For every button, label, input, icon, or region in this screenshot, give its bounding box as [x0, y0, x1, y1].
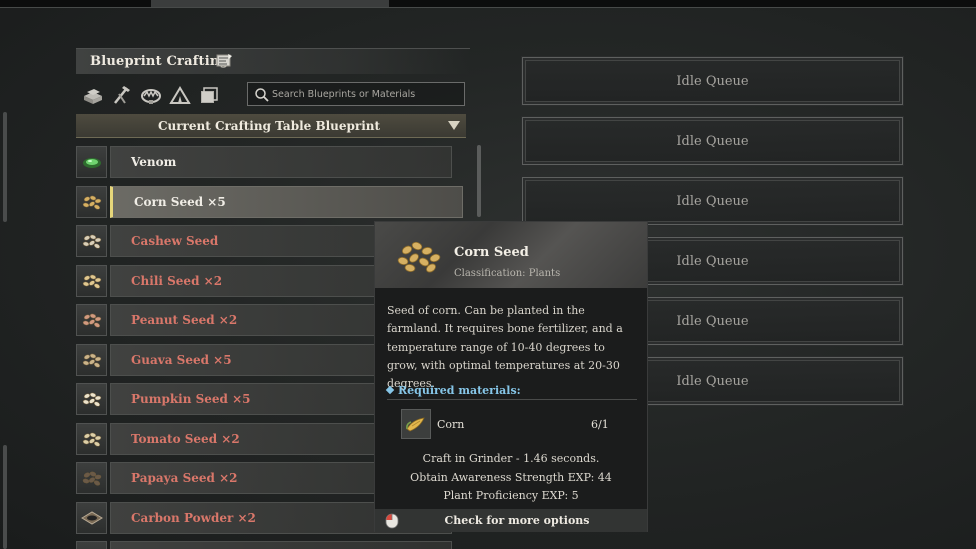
carbon-powder-icon [80, 510, 103, 525]
venom-icon [82, 158, 101, 168]
blueprint-name: Tomato Seed ×2 [131, 431, 240, 446]
awareness-exp-text: Obtain Awareness Strength EXP: 44 [410, 470, 612, 484]
blueprint-crafting-header: Blueprint Crafting [76, 48, 470, 74]
dropdown-label: Current Crafting Table Blueprint [157, 119, 381, 133]
blueprint-name-box[interactable]: Corn Seed ×5 [110, 185, 463, 218]
material-name: Corn [437, 418, 465, 431]
pumpkin-seed-icon [82, 392, 101, 407]
tooltip-classification: Classification: Plants [454, 268, 561, 279]
more-options-bar[interactable]: Check for more options [375, 509, 647, 532]
tooltip-item-name: Corn Seed [454, 245, 529, 260]
tooltip-description: Seed of corn. Can be planted in the farm… [387, 304, 623, 391]
divider [387, 399, 637, 400]
blueprint-source-dropdown[interactable]: Current Crafting Table Blueprint [76, 114, 466, 138]
peanut-seed-icon [82, 313, 101, 328]
blueprint-thumb [76, 383, 107, 415]
tools-icon[interactable] [111, 84, 133, 106]
craft-time-text: Craft in Grinder - 1.46 seconds. [422, 452, 600, 465]
corn-seed-icon [82, 195, 101, 210]
blueprint-thumb [76, 264, 107, 297]
tooltip-header: Corn Seed Classification: Plants [375, 222, 647, 288]
blueprint-row[interactable]: Corn Seed ×5 [76, 185, 466, 218]
blueprint-name: Guava Seed ×5 [131, 352, 232, 367]
category-filter-bar [82, 84, 220, 106]
blueprint-thumb [76, 146, 107, 178]
blueprint-name-box[interactable]: Venom [110, 146, 452, 178]
required-materials-label: Required materials: [398, 384, 521, 397]
left-scrollbar-bottom[interactable] [3, 445, 7, 549]
queue-status-label: Idle Queue [676, 74, 749, 89]
animal-trap-icon[interactable] [140, 84, 162, 106]
corn-seed-icon [397, 241, 441, 273]
more-options-label: Check for more options [444, 514, 590, 527]
chevron-down-icon [448, 121, 460, 130]
tent-icon[interactable] [169, 84, 191, 106]
queue-slot[interactable]: Idle Queue [521, 176, 904, 226]
top-divider [0, 7, 976, 8]
blueprint-scroll-icon [216, 54, 232, 67]
diamond-icon [385, 385, 395, 395]
blueprint-name-box[interactable] [110, 541, 452, 549]
blueprint-name: Venom [131, 155, 177, 169]
item-tooltip: Corn Seed Classification: Plants Seed of… [374, 221, 648, 532]
material-count: 6/1 [591, 418, 609, 431]
blueprint-name: Papaya Seed ×2 [131, 471, 238, 485]
search-bar [247, 82, 465, 106]
blueprint-thumb [76, 462, 107, 494]
blueprint-thumb [76, 225, 107, 257]
chili-seed-icon [82, 274, 101, 289]
tomato-seed-icon [82, 432, 101, 447]
crafting-stats: Craft in Grinder - 1.46 seconds. Obtain … [375, 450, 647, 506]
queue-slot[interactable]: Idle Queue [521, 116, 904, 166]
top-bar [0, 0, 976, 8]
list-scrollbar[interactable] [477, 145, 481, 217]
corn-icon [406, 417, 425, 432]
required-materials-heading: Required materials: [385, 384, 521, 397]
search-icon [255, 88, 269, 102]
cashew-seed-icon [82, 234, 101, 249]
material-thumb [401, 409, 431, 439]
blueprint-name: Corn Seed ×5 [134, 194, 226, 209]
panel-title: Blueprint Crafting [90, 54, 229, 69]
queue-slot[interactable]: Idle Queue [521, 56, 904, 106]
materials-icon[interactable] [82, 84, 104, 106]
blueprint-name: Carbon Powder ×2 [131, 510, 256, 525]
blueprint-thumb [76, 541, 107, 549]
blueprint-row[interactable] [76, 541, 466, 549]
papaya-seed-icon [82, 471, 101, 486]
search-input[interactable] [272, 85, 460, 103]
blueprint-name: Chili Seed ×2 [131, 273, 223, 288]
blueprint-name: Cashew Seed [131, 234, 219, 248]
blueprint-thumb [76, 343, 107, 376]
blueprint-thumb [76, 185, 107, 218]
top-tab-indicator [151, 0, 389, 7]
blueprint-thumb [76, 422, 107, 455]
blueprint-thumb [76, 304, 107, 336]
blueprint-thumb [76, 501, 107, 534]
blueprint-name: Peanut Seed ×2 [131, 313, 238, 327]
blueprint-row[interactable]: Venom [76, 146, 466, 178]
queue-status-label: Idle Queue [676, 134, 749, 149]
queue-status-label: Idle Queue [676, 194, 749, 209]
storage-icon[interactable] [198, 84, 220, 106]
left-scrollbar-top[interactable] [3, 112, 7, 222]
blueprint-name: Pumpkin Seed ×5 [131, 392, 251, 406]
plant-exp-text: Plant Proficiency EXP: 5 [443, 489, 579, 502]
guava-seed-icon [82, 353, 101, 368]
